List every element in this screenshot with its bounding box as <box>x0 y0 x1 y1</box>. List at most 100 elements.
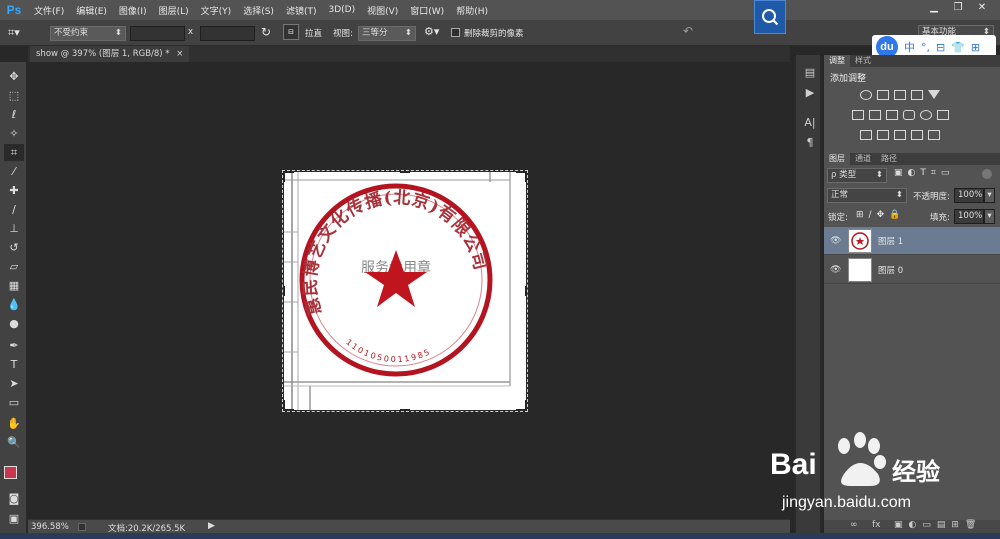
crop-tool-icon[interactable]: ⌗▾ <box>8 26 20 40</box>
selective-color-icon[interactable] <box>928 130 940 140</box>
black-white-icon[interactable] <box>886 110 898 120</box>
channel-mixer-icon[interactable] <box>920 110 932 120</box>
menu-3d[interactable]: 3D(D) <box>322 5 361 15</box>
tab-layers[interactable]: 图层 <box>824 153 850 165</box>
search-button[interactable] <box>754 0 786 34</box>
brightness-icon[interactable] <box>860 90 872 100</box>
clone-stamp-tool-icon[interactable]: ⊥ <box>4 220 24 237</box>
menu-help[interactable]: 帮助(H) <box>450 4 494 17</box>
fill-input[interactable]: 100% <box>954 209 984 224</box>
type-tool-icon[interactable]: T <box>4 356 24 373</box>
menu-window[interactable]: 窗口(W) <box>404 4 450 17</box>
menu-file[interactable]: 文件(F) <box>28 4 70 17</box>
brush-tool-icon[interactable]: ∕ <box>4 201 24 218</box>
lock-icons[interactable]: ⊞∕✥🔒 <box>856 210 905 220</box>
color-balance-icon[interactable] <box>869 110 881 120</box>
du-skin-button[interactable]: 👕 <box>951 41 965 54</box>
screen-mode-icon[interactable]: ▣ <box>4 510 24 527</box>
menu-select[interactable]: 选择(S) <box>237 4 280 17</box>
quick-mask-icon[interactable]: ◙ <box>4 490 24 507</box>
layer-style-icon[interactable]: fx <box>872 520 881 530</box>
history-brush-tool-icon[interactable]: ↺ <box>4 239 24 256</box>
layer-row-1[interactable]: 👁 图层 1 <box>824 227 1000 255</box>
path-selection-tool-icon[interactable]: ➤ <box>4 375 24 392</box>
gradient-map-icon[interactable] <box>911 130 923 140</box>
layer-0-name[interactable]: 图层 0 <box>878 264 903 276</box>
delete-cropped-checkbox[interactable] <box>451 28 460 37</box>
posterize-icon[interactable] <box>877 130 889 140</box>
layer-row-0[interactable]: 👁 图层 0 <box>824 256 1000 284</box>
character-panel-icon[interactable]: A| <box>803 115 817 129</box>
straighten-label[interactable]: 拉直 <box>305 27 322 39</box>
healing-brush-tool-icon[interactable]: ✚ <box>4 182 24 199</box>
settings-gear-icon[interactable]: ⚙▾ <box>424 25 439 38</box>
paragraph-panel-icon[interactable]: ¶ <box>803 135 817 149</box>
invert-icon[interactable] <box>860 130 872 140</box>
du-menu-button[interactable]: ⊞ <box>971 41 980 54</box>
menu-filter[interactable]: 滤镜(T) <box>280 4 323 17</box>
rectangle-tool-icon[interactable]: ▭ <box>4 394 24 411</box>
move-tool-icon[interactable]: ✥ <box>4 68 24 85</box>
visibility-eye-icon[interactable]: 👁 <box>830 265 841 275</box>
du-punctuation-button[interactable]: °, <box>921 41 930 54</box>
restore-button[interactable]: ❐ <box>946 0 970 14</box>
reset-icon[interactable]: ↶ <box>683 24 693 38</box>
curves-icon[interactable] <box>894 90 906 100</box>
height-input[interactable] <box>200 26 255 41</box>
menu-image[interactable]: 图像(I) <box>113 4 153 17</box>
swap-icon[interactable]: ↻ <box>261 25 271 39</box>
threshold-icon[interactable] <box>894 130 906 140</box>
visibility-eye-icon[interactable]: 👁 <box>830 236 841 246</box>
photo-filter-icon[interactable] <box>903 110 915 120</box>
fill-dropdown-icon[interactable]: ▾ <box>984 209 995 224</box>
tab-channels[interactable]: 通道 <box>850 153 876 165</box>
document-canvas[interactable]: 惠民博艺文化传播(北京)有限公司 1101050011985 服务专用章 <box>283 171 527 411</box>
dodge-tool-icon[interactable]: ● <box>4 315 24 332</box>
history-panel-icon[interactable]: ▤ <box>803 65 817 79</box>
width-input[interactable] <box>130 26 185 41</box>
levels-icon[interactable] <box>877 90 889 100</box>
crop-tool-icon[interactable]: ⌗ <box>4 144 24 161</box>
minimize-button[interactable]: ▁ <box>922 0 946 14</box>
menu-view[interactable]: 视图(V) <box>361 4 404 17</box>
delete-cropped-label[interactable]: 删除裁剪的像素 <box>464 27 524 39</box>
menu-layer[interactable]: 图层(L) <box>153 4 195 17</box>
layer-filter-icons[interactable]: ▣◐T⌗▭ <box>894 168 954 178</box>
color-lookup-icon[interactable] <box>937 110 949 120</box>
exposure-icon[interactable] <box>911 90 923 100</box>
close-window-button[interactable]: ✕ <box>970 0 994 14</box>
menu-edit[interactable]: 编辑(E) <box>70 4 113 17</box>
zoom-tool-icon[interactable]: 🔍 <box>4 434 24 451</box>
opacity-dropdown-icon[interactable]: ▾ <box>984 188 995 203</box>
gradient-tool-icon[interactable]: ▦ <box>4 277 24 294</box>
close-tab-icon[interactable]: × <box>176 49 183 59</box>
lasso-tool-icon[interactable]: ℓ <box>4 106 24 123</box>
layer-1-name[interactable]: 图层 1 <box>878 235 903 247</box>
du-keyboard-button[interactable]: ⊟ <box>936 41 945 54</box>
ratio-select[interactable]: 不受约束 ⬍ <box>50 26 126 41</box>
layer-filter-select[interactable]: ρ 类型 ⬍ <box>827 168 887 183</box>
actions-panel-icon[interactable]: ▶ <box>803 85 817 99</box>
tab-paths[interactable]: 路径 <box>876 153 902 165</box>
straighten-icon[interactable]: ⊟ <box>283 24 299 40</box>
hue-saturation-icon[interactable] <box>852 110 864 120</box>
zoom-level[interactable]: 396.58% <box>31 522 69 532</box>
tab-adjustments[interactable]: 调整 <box>824 55 850 67</box>
hand-tool-icon[interactable]: ✋ <box>4 415 24 432</box>
tab-styles[interactable]: 样式 <box>850 55 876 67</box>
layer-footer-icons[interactable]: ▣◐▭▤⊞🗑 <box>894 520 982 530</box>
vibrance-icon[interactable] <box>928 90 940 99</box>
view-select[interactable]: 三等分 ⬍ <box>358 26 416 41</box>
eyedropper-tool-icon[interactable]: ⁄ <box>4 163 24 180</box>
foreground-color-swatch[interactable] <box>4 466 17 479</box>
du-chinese-button[interactable]: 中 <box>904 39 915 55</box>
menu-type[interactable]: 文字(Y) <box>195 4 238 17</box>
document-tab[interactable]: show @ 397% (图层 1, RGB/8) * × <box>30 46 190 62</box>
opacity-input[interactable]: 100% <box>954 188 984 203</box>
magic-wand-tool-icon[interactable]: ✧ <box>4 125 24 142</box>
eraser-tool-icon[interactable]: ▱ <box>4 258 24 275</box>
link-layers-icon[interactable]: ∞ <box>850 520 858 530</box>
blend-mode-select[interactable]: 正常 ⬍ <box>827 188 907 203</box>
marquee-tool-icon[interactable]: ⬚ <box>4 87 24 104</box>
status-menu-arrow-icon[interactable]: ▶ <box>208 521 215 531</box>
